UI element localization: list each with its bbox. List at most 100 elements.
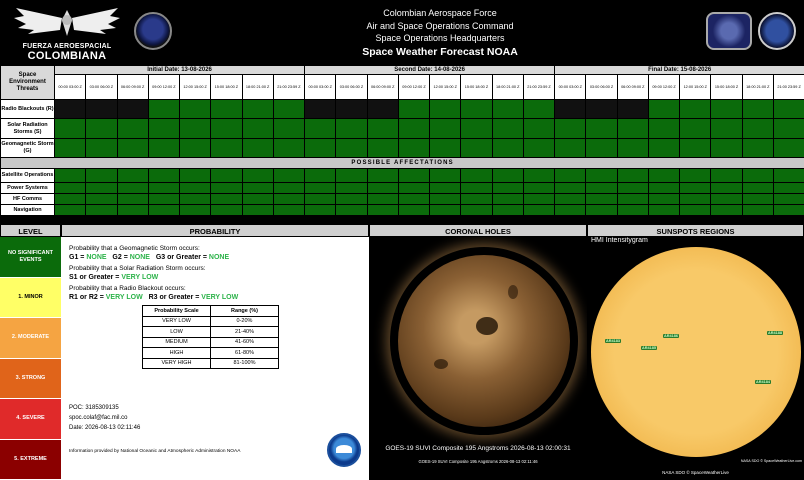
affectation-cell xyxy=(335,204,368,216)
forecast-cell xyxy=(272,99,306,119)
time-slot-header: 21:00 23:59 Z xyxy=(272,74,306,100)
forecast-cell xyxy=(178,99,212,119)
logo-text-top: FUERZA AEROESPACIAL xyxy=(22,43,112,50)
forecast-cell xyxy=(147,138,181,158)
forecast-cell xyxy=(522,118,556,139)
level-item: 3. STRONG xyxy=(0,358,61,399)
affectation-cell xyxy=(522,204,556,216)
forecast-cell xyxy=(585,99,618,119)
affectation-cell xyxy=(429,182,462,194)
forecast-cell xyxy=(241,99,274,119)
forecast-cell xyxy=(679,118,712,139)
time-slot-header: 09:00 12:00 Z xyxy=(397,74,431,100)
forecast-cell xyxy=(554,99,587,119)
time-slot-header: 06:00 09:00 Z xyxy=(366,74,399,100)
space-operations-seal-icon xyxy=(758,12,796,50)
g3-value: NONE xyxy=(208,254,230,261)
coronal-hole xyxy=(508,285,518,299)
affectation-cell xyxy=(710,182,743,194)
forecast-cell xyxy=(741,138,774,158)
sunspot-region: AR4183 xyxy=(605,339,621,343)
coronal-hole xyxy=(476,317,498,335)
affectation-cell xyxy=(772,182,804,194)
affectation-cell xyxy=(460,193,493,205)
sunspot-region: AR4186 xyxy=(663,334,679,338)
affectation-cell xyxy=(116,182,149,194)
affectation-cell xyxy=(554,168,587,183)
sunspots-header: SUNSPOTS REGIONS xyxy=(587,224,804,237)
space-command-seal-icon xyxy=(134,12,172,50)
radio-blackout-answer: R1 or R2 = VERY LOW R3 or Greater = VERY… xyxy=(69,294,361,301)
affectation-cell xyxy=(210,168,243,183)
forecast-cell xyxy=(679,138,712,158)
forecast-cell xyxy=(429,138,462,158)
time-slot-header: 18:00 21:00 Z xyxy=(241,74,274,100)
forecast-cell xyxy=(53,138,87,158)
probability-header: PROBABILITY xyxy=(61,224,369,237)
affectation-cell xyxy=(616,193,649,205)
forecast-cell xyxy=(304,99,337,119)
affectation-cell xyxy=(741,182,774,194)
scale-cell: 81-100% xyxy=(210,357,279,369)
affectation-cell xyxy=(710,204,743,216)
forecast-cell xyxy=(585,138,618,158)
forecast-cell xyxy=(647,99,681,119)
scale-cell: 41-60% xyxy=(210,336,279,348)
s1-label: S1 or Greater = xyxy=(69,274,122,281)
affectation-cell xyxy=(366,182,399,194)
org-line-1: Colombian Aerospace Force xyxy=(383,8,497,18)
time-slot-header: 12:00 15:00 Z xyxy=(178,74,212,100)
time-slot-header: 15:00 18:00 Z xyxy=(210,74,243,100)
time-slot-header: 12:00 15:00 Z xyxy=(679,74,712,100)
affectation-cell xyxy=(335,168,368,183)
affectation-cell xyxy=(147,182,181,194)
affectation-cell xyxy=(585,168,618,183)
forecast-cell xyxy=(554,118,587,139)
threats-header: Space Environment Threats xyxy=(0,65,55,100)
scale-header-cell: Probability Scale xyxy=(142,305,211,317)
header: FUERZA AEROESPACIAL COLOMBIANA Colombian… xyxy=(0,0,804,64)
time-slot-header: 03:00 06:00 Z xyxy=(585,74,618,100)
noaa-logo-icon xyxy=(327,433,361,467)
coronal-holes-header: CORONAL HOLES xyxy=(369,224,587,237)
affectation-cell xyxy=(522,193,556,205)
affectation-cell xyxy=(491,182,524,194)
affectation-cell xyxy=(647,168,681,183)
poc-phone: POC: 3185309135 xyxy=(69,405,119,411)
time-slot-header: 21:00 23:59 Z xyxy=(772,74,804,100)
forecast-cell xyxy=(304,118,337,139)
forecast-cell xyxy=(710,99,743,119)
affectation-cell xyxy=(585,182,618,194)
time-slot-header: 00:00 03:00 Z xyxy=(53,74,87,100)
wings-emblem-icon xyxy=(14,8,120,36)
sunspot-region: AR4185 xyxy=(641,346,657,350)
affectation-cell xyxy=(491,168,524,183)
air-space-command-emblem-icon xyxy=(706,12,752,50)
affectation-cell xyxy=(53,168,87,183)
affectation-cell xyxy=(85,182,118,194)
affectation-cell xyxy=(491,204,524,216)
day-header: Second Date: 14-08-2026 xyxy=(304,65,556,75)
forecast-cell xyxy=(335,138,368,158)
affectation-cell xyxy=(397,193,431,205)
forecast-cell xyxy=(178,138,212,158)
affectation-cell xyxy=(741,204,774,216)
affectation-row-label: Power Systems xyxy=(0,182,55,194)
coronal-holes-panel: GOES-19 SUVI Composite 195 Angstroms 202… xyxy=(369,237,587,480)
affectation-cell xyxy=(522,168,556,183)
forecast-cell xyxy=(772,118,804,139)
r3-label: R3 or Greater = xyxy=(148,294,202,301)
level-item: 2. MODERATE xyxy=(0,318,61,359)
affectation-cell xyxy=(210,193,243,205)
s1-value: VERY LOW xyxy=(121,274,159,281)
affectation-cell xyxy=(53,182,87,194)
affectation-cell xyxy=(554,204,587,216)
forecast-cell xyxy=(460,138,493,158)
affectation-cell xyxy=(397,168,431,183)
forecast-cell xyxy=(116,118,149,139)
affectation-cell xyxy=(429,193,462,205)
probability-scale-table: Probability Scale Range (%) VERY LOW 0-20% L… xyxy=(142,305,279,369)
affectation-cell xyxy=(710,193,743,205)
forecast-table: Space Environment Threats Initial Date: 1… xyxy=(0,65,804,216)
r1-value: VERY LOW xyxy=(105,294,143,301)
